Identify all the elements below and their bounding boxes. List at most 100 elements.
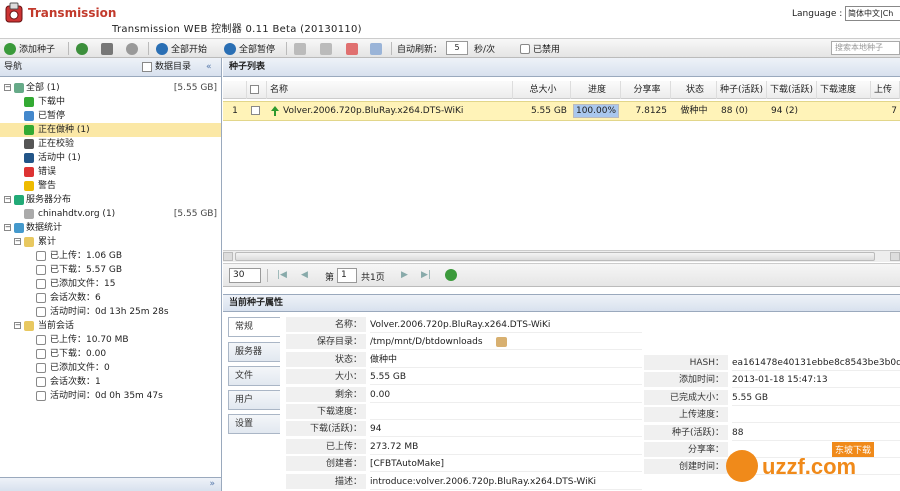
expand-icon[interactable]: » [209,479,215,489]
sidebar-item-paused[interactable]: 已暂停 [0,109,221,123]
disable-refresh-checkbox-wrap[interactable]: 已禁用 [520,41,560,56]
row-select-checkbox[interactable] [251,106,260,115]
sidebar-item-label: 已上传：10.70 MB [50,335,129,345]
column-size[interactable]: 总大小 [513,81,571,99]
detail-label: 剩余： [286,386,366,403]
column-seeds[interactable]: 种子(活跃) [717,81,767,99]
toolbar-separator [391,42,392,55]
start-button[interactable] [294,41,306,56]
sidebar-item-cum-sessions[interactable]: 会话次数：6 [0,291,221,305]
sidebar-item-cum-downloaded[interactable]: 已下载：5.57 GB [0,263,221,277]
document-icon [36,391,46,401]
detail-value: 做种中 [370,352,642,368]
refresh-interval-select[interactable]: 5 [446,41,468,55]
sidebar-item-cum-active-time[interactable]: 活动时间：0d 13h 25m 28s [0,305,221,319]
last-page-icon[interactable]: ▶| [421,270,431,280]
column-progress[interactable]: 进度 [571,81,621,99]
sidebar-item-cur-files-added[interactable]: 已添加文件：0 [0,361,221,375]
search-input[interactable]: 搜索本地种子 [831,41,900,55]
data-dir-checkbox[interactable] [142,62,152,72]
language-select[interactable]: 简体中文|Ch [845,6,900,21]
data-dir-label: 数据目录 [155,62,192,72]
sidebar-item-all[interactable]: − 全部 (1) [5.55 GB] [0,81,221,95]
horizontal-scrollbar[interactable] [223,250,900,262]
scroll-right-arrow[interactable] [890,252,900,261]
page-size-select[interactable]: 30 [229,268,261,283]
tab-trackers[interactable]: 服务器 [228,342,280,362]
pause-button[interactable] [320,41,332,56]
start-all-button[interactable]: 全部开始 [156,41,207,56]
select-all-checkbox[interactable] [250,85,259,94]
column-name[interactable]: 名称 [267,81,513,99]
play-circle-icon [156,42,168,55]
watermark: uzzf.com 东坡下载 [722,440,900,491]
tab-settings[interactable]: 设置 [228,414,280,434]
collapse-toggle-icon[interactable]: − [14,322,21,329]
sidebar-item-error[interactable]: 错误 [0,165,221,179]
settings-button[interactable] [126,41,138,56]
prev-page-icon[interactable]: ◀ [301,270,308,280]
tab-files[interactable]: 文件 [228,366,280,386]
torrent-name[interactable]: Volver.2006.720p.BluRay.x264.DTS-WiKi [283,102,511,120]
sidebar-item-label: 正在做种 (1) [38,125,90,135]
gear-icon [126,42,138,55]
column-status[interactable]: 状态 [671,81,717,99]
sidebar-item-warning[interactable]: 警告 [0,179,221,193]
page-number-input[interactable]: 1 [337,268,357,283]
remove-button[interactable] [346,41,358,56]
collapse-toggle-icon[interactable]: − [4,224,11,231]
column-ratio[interactable]: 分享率 [621,81,671,99]
torrent-list-title: 种子列表 [223,58,900,77]
collapse-toggle-icon[interactable]: − [4,196,11,203]
refresh-icon[interactable] [445,269,457,281]
row-checkbox[interactable] [251,102,260,120]
collapse-toggle-icon[interactable]: − [4,84,11,91]
folder-icon[interactable] [496,337,507,348]
document-icon [36,363,46,373]
column-upload[interactable]: 上传 [871,81,900,99]
sidebar-item-cur-sessions[interactable]: 会话次数：1 [0,375,221,389]
sidebar-item-downloading[interactable]: 下载中 [0,95,221,109]
sidebar-item-label: 活动中 (1) [38,153,81,163]
column-select[interactable] [247,81,267,99]
first-page-icon[interactable]: |◀ [277,270,287,280]
add-torrent-button[interactable]: 添加种子 [4,41,55,56]
alt-speed-button[interactable] [101,41,113,56]
sidebar-item-trackers[interactable]: − 服务器分布 [0,193,221,207]
pause-all-button[interactable]: 全部暂停 [224,41,275,56]
tab-general[interactable]: 常规 [228,317,280,337]
sidebar-item-cum-uploaded[interactable]: 已上传：1.06 GB [0,249,221,263]
sidebar-item-cur-uploaded[interactable]: 已上传：10.70 MB [0,333,221,347]
tab-peers[interactable]: 用户 [228,390,280,410]
sidebar-item-seeding[interactable]: 正在做种 (1) [0,123,221,137]
detail-label: HASH： [644,355,728,371]
scroll-thumb[interactable] [235,252,875,261]
sidebar-item-checking[interactable]: 正在校验 [0,137,221,151]
reload-button[interactable] [76,41,88,56]
sidebar-item-tracker-chinahdtv[interactable]: chinahdtv.org (1) [5.55 GB] [0,207,221,221]
recheck-button[interactable] [370,41,382,56]
collapse-toggle-icon[interactable]: − [14,238,21,245]
table-row[interactable]: 1 Volver.2006.720p.BluRay.x264.DTS-WiKi … [223,101,900,121]
seeding-up-icon [271,102,281,120]
scroll-left-arrow[interactable] [223,252,233,261]
detail-value: ea161478e40131ebbe8c8543be3b0dc [732,355,900,371]
detail-label: 下载(活跃)： [286,421,366,438]
column-dl-speed[interactable]: 下载速度 [817,81,871,99]
sidebar-item-cumulative[interactable]: − 累计 [0,235,221,249]
sidebar-item-current-session[interactable]: − 当前会话 [0,319,221,333]
sidebar-item-cum-files-added[interactable]: 已添加文件：15 [0,277,221,291]
total-pages-label: 共1页 [361,273,385,283]
sidebar-item-label: 累计 [38,237,57,247]
collapse-icon[interactable]: « [206,58,212,76]
detail-value: 0.00 [370,387,642,403]
next-page-icon[interactable]: ▶ [401,270,408,280]
checkbox[interactable] [520,43,530,54]
column-peers[interactable]: 下载(活跃) [767,81,817,99]
detail-label: 已上传： [286,438,366,455]
document-icon [36,349,46,359]
sidebar-item-cur-active-time[interactable]: 活动时间：0d 0h 35m 47s [0,389,221,403]
sidebar-item-cur-downloaded[interactable]: 已下载：0.00 [0,347,221,361]
sidebar-item-active[interactable]: 活动中 (1) [0,151,221,165]
sidebar-item-statistics[interactable]: − 数据统计 [0,221,221,235]
